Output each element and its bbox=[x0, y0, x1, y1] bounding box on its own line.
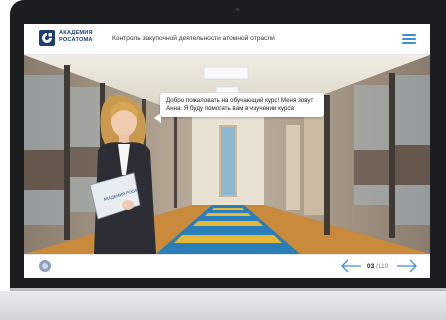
rosatom-logo-icon bbox=[39, 30, 55, 46]
audio-button[interactable] bbox=[39, 260, 51, 272]
total-pages: 110 bbox=[377, 263, 389, 270]
logo-line-1: АКАДЕМИЯ bbox=[59, 30, 93, 36]
app-screen: АКАДЕМИЯ РОСАТОМА Контроль закупочной де… bbox=[24, 24, 430, 278]
arrow-right-icon[interactable] bbox=[396, 259, 418, 273]
camera-dot bbox=[236, 8, 239, 11]
page-counter: 03 /110 bbox=[367, 263, 388, 270]
logo-line-2: РОСАТОМА bbox=[59, 36, 93, 43]
speech-text: Добро пожаловать на обучающий курс! Меня… bbox=[166, 97, 314, 112]
course-title: Контроль закупочной деятельности атомной… bbox=[112, 35, 275, 42]
monitor-stand-chin bbox=[0, 291, 446, 320]
hamburger-menu-icon[interactable] bbox=[402, 32, 418, 46]
office-corridor-illustration: АКАДЕМИЯ РОСАТОМ bbox=[24, 55, 430, 254]
app-header: АКАДЕМИЯ РОСАТОМА Контроль закупочной де… bbox=[24, 24, 430, 55]
logo-text: АКАДЕМИЯ РОСАТОМА bbox=[59, 30, 93, 43]
illustration-stage: АКАДЕМИЯ РОСАТОМ Добро пожаловать на обу… bbox=[24, 55, 430, 254]
arrow-left-icon[interactable] bbox=[340, 259, 362, 273]
speech-bubble: Добро пожаловать на обучающий курс! Меня… bbox=[160, 93, 324, 117]
navigation-footer: 03 /110 bbox=[24, 254, 430, 278]
